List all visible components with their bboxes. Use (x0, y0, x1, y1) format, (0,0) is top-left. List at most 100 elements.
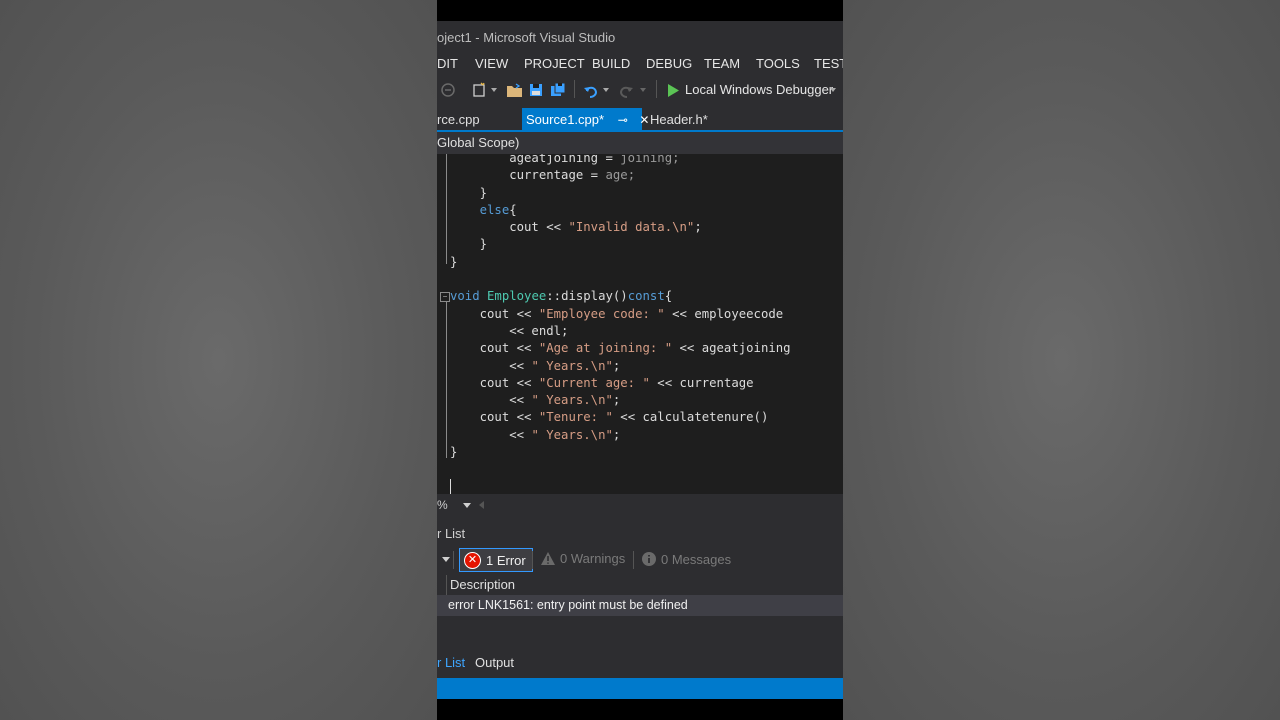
code-token: cout << (450, 220, 569, 235)
menu-tools[interactable]: TOOLS (756, 56, 800, 71)
visual-studio-window: oject1 - Microsoft Visual Studio DIT VIE… (437, 0, 843, 720)
code-token: " Years.\n" (531, 427, 613, 442)
code-line: void Employee::display()const{ (450, 288, 791, 305)
new-project-button[interactable] (470, 80, 490, 100)
bottom-letterbox (437, 699, 843, 720)
collapse-icon[interactable]: − (440, 292, 450, 302)
chevron-down-icon (830, 88, 836, 92)
tab-output[interactable]: Output (475, 652, 514, 674)
chevron-down-icon[interactable] (463, 503, 471, 508)
start-debugging-button[interactable] (665, 80, 681, 100)
window-title: oject1 - Microsoft Visual Studio (437, 30, 616, 45)
save-icon (530, 84, 542, 96)
code-token: cout << (450, 306, 539, 321)
tab-header-h[interactable]: Header.h* (650, 108, 708, 130)
errors-filter-button[interactable]: ✕ 1 Error (459, 548, 533, 572)
code-token: Employee (487, 289, 547, 304)
scroll-left-icon[interactable] (479, 501, 484, 509)
toolbar-separator (453, 551, 454, 569)
redo-icon (619, 86, 633, 98)
redo-button[interactable] (617, 80, 635, 100)
open-file-button[interactable] (504, 80, 524, 100)
messages-filter-button[interactable]: 0 Messages (641, 551, 731, 567)
code-token: cout << (450, 375, 539, 390)
code-line: ageatjoining = joining; (450, 154, 791, 167)
redo-dropdown-arrow[interactable] (639, 80, 647, 100)
code-token: } (450, 445, 458, 460)
tab-label: Source1.cpp* (526, 112, 605, 127)
code-token: "Tenure: " (538, 410, 613, 425)
zoom-level[interactable]: % (437, 498, 448, 512)
menu-project[interactable]: PROJECT (524, 56, 585, 71)
code-token: << calculatetenure() (612, 410, 769, 425)
warnings-filter-button[interactable]: 0 Warnings (540, 551, 625, 566)
document-tabs: rce.cpp Source1.cpp* ⊸ ✕ Header.h* (437, 108, 843, 132)
code-line: cout << "Employee code: " << employeecod… (450, 306, 791, 323)
code-token: ; (612, 358, 621, 373)
right-blur-backdrop (843, 0, 1280, 720)
close-icon[interactable]: ✕ (639, 108, 649, 132)
code-line: } (450, 444, 791, 461)
messages-count-label: 0 Messages (661, 551, 732, 567)
save-all-button[interactable] (549, 80, 567, 100)
debugger-dropdown-arrow[interactable] (829, 80, 837, 100)
chevron-down-icon[interactable] (442, 557, 450, 562)
chevron-down-icon (603, 88, 609, 92)
code-token: age; (605, 168, 636, 183)
code-token: << employeecode (664, 306, 784, 321)
code-line: currentage = age; (450, 167, 791, 184)
outline-line (446, 154, 447, 264)
code-token: << (450, 358, 532, 373)
code-token: << (450, 393, 532, 408)
scope-label: Global Scope) (437, 135, 520, 150)
toolbar-separator (532, 551, 533, 569)
code-token: ; (612, 427, 621, 442)
menu-team[interactable]: TEAM (704, 56, 740, 71)
code-line: } (450, 254, 791, 271)
toolbar-separator (574, 80, 575, 98)
code-line: cout << "Age at joining: " << ageatjoini… (450, 340, 791, 357)
code-token: " Years.\n" (531, 358, 613, 373)
left-blur-backdrop (0, 0, 437, 720)
code-line: } (450, 185, 791, 202)
code-token: ageatjoining = (450, 154, 621, 165)
undo-button[interactable] (582, 80, 600, 100)
status-bar (437, 678, 843, 699)
debugger-target-label[interactable]: Local Windows Debugger (685, 82, 833, 97)
tab-source-cpp[interactable]: rce.cpp (437, 108, 480, 130)
new-dropdown-arrow[interactable] (490, 80, 498, 100)
code-line: } (450, 236, 791, 253)
menu-edit[interactable]: DIT (437, 56, 458, 71)
code-token: << endl; (450, 323, 569, 338)
text-caret (450, 479, 451, 494)
menu-debug[interactable]: DEBUG (646, 56, 692, 71)
warnings-count-label: 0 Warnings (560, 551, 626, 566)
code-token: } (450, 185, 488, 200)
errors-count-label: 1 Error (486, 552, 526, 568)
error-description: error LNK1561: entry point must be defin… (448, 598, 688, 612)
undo-dropdown-arrow[interactable] (602, 80, 610, 100)
code-token: joining; (620, 154, 680, 165)
code-token: } (450, 237, 488, 252)
chevron-down-icon (491, 88, 497, 92)
code-line: else{ (450, 202, 791, 219)
column-divider (446, 575, 447, 595)
code-token: "Current age: " (538, 375, 650, 390)
navigate-forward-button[interactable] (440, 80, 456, 100)
table-row[interactable]: error LNK1561: entry point must be defin… (437, 595, 843, 616)
menu-view[interactable]: VIEW (475, 56, 508, 71)
menu-build[interactable]: BUILD (592, 56, 630, 71)
bottom-panel-tabs: r List Output (437, 652, 843, 674)
tab-source1-cpp[interactable]: Source1.cpp* ⊸ ✕ (522, 108, 649, 132)
code-token: "Invalid data.\n" (568, 220, 695, 235)
column-description[interactable]: Description (450, 575, 515, 595)
code-line: << " Years.\n"; (450, 358, 791, 375)
save-button[interactable] (527, 80, 545, 100)
tab-error-list[interactable]: r List (437, 652, 465, 674)
pin-icon[interactable]: ⊸ (618, 108, 628, 132)
scope-dropdown[interactable]: Global Scope) (437, 132, 843, 155)
code-editor[interactable]: − ageatjoining = joining; currentage = a… (437, 154, 843, 494)
code-token: "Employee code: " (538, 306, 665, 321)
menu-test[interactable]: TEST (814, 56, 843, 71)
